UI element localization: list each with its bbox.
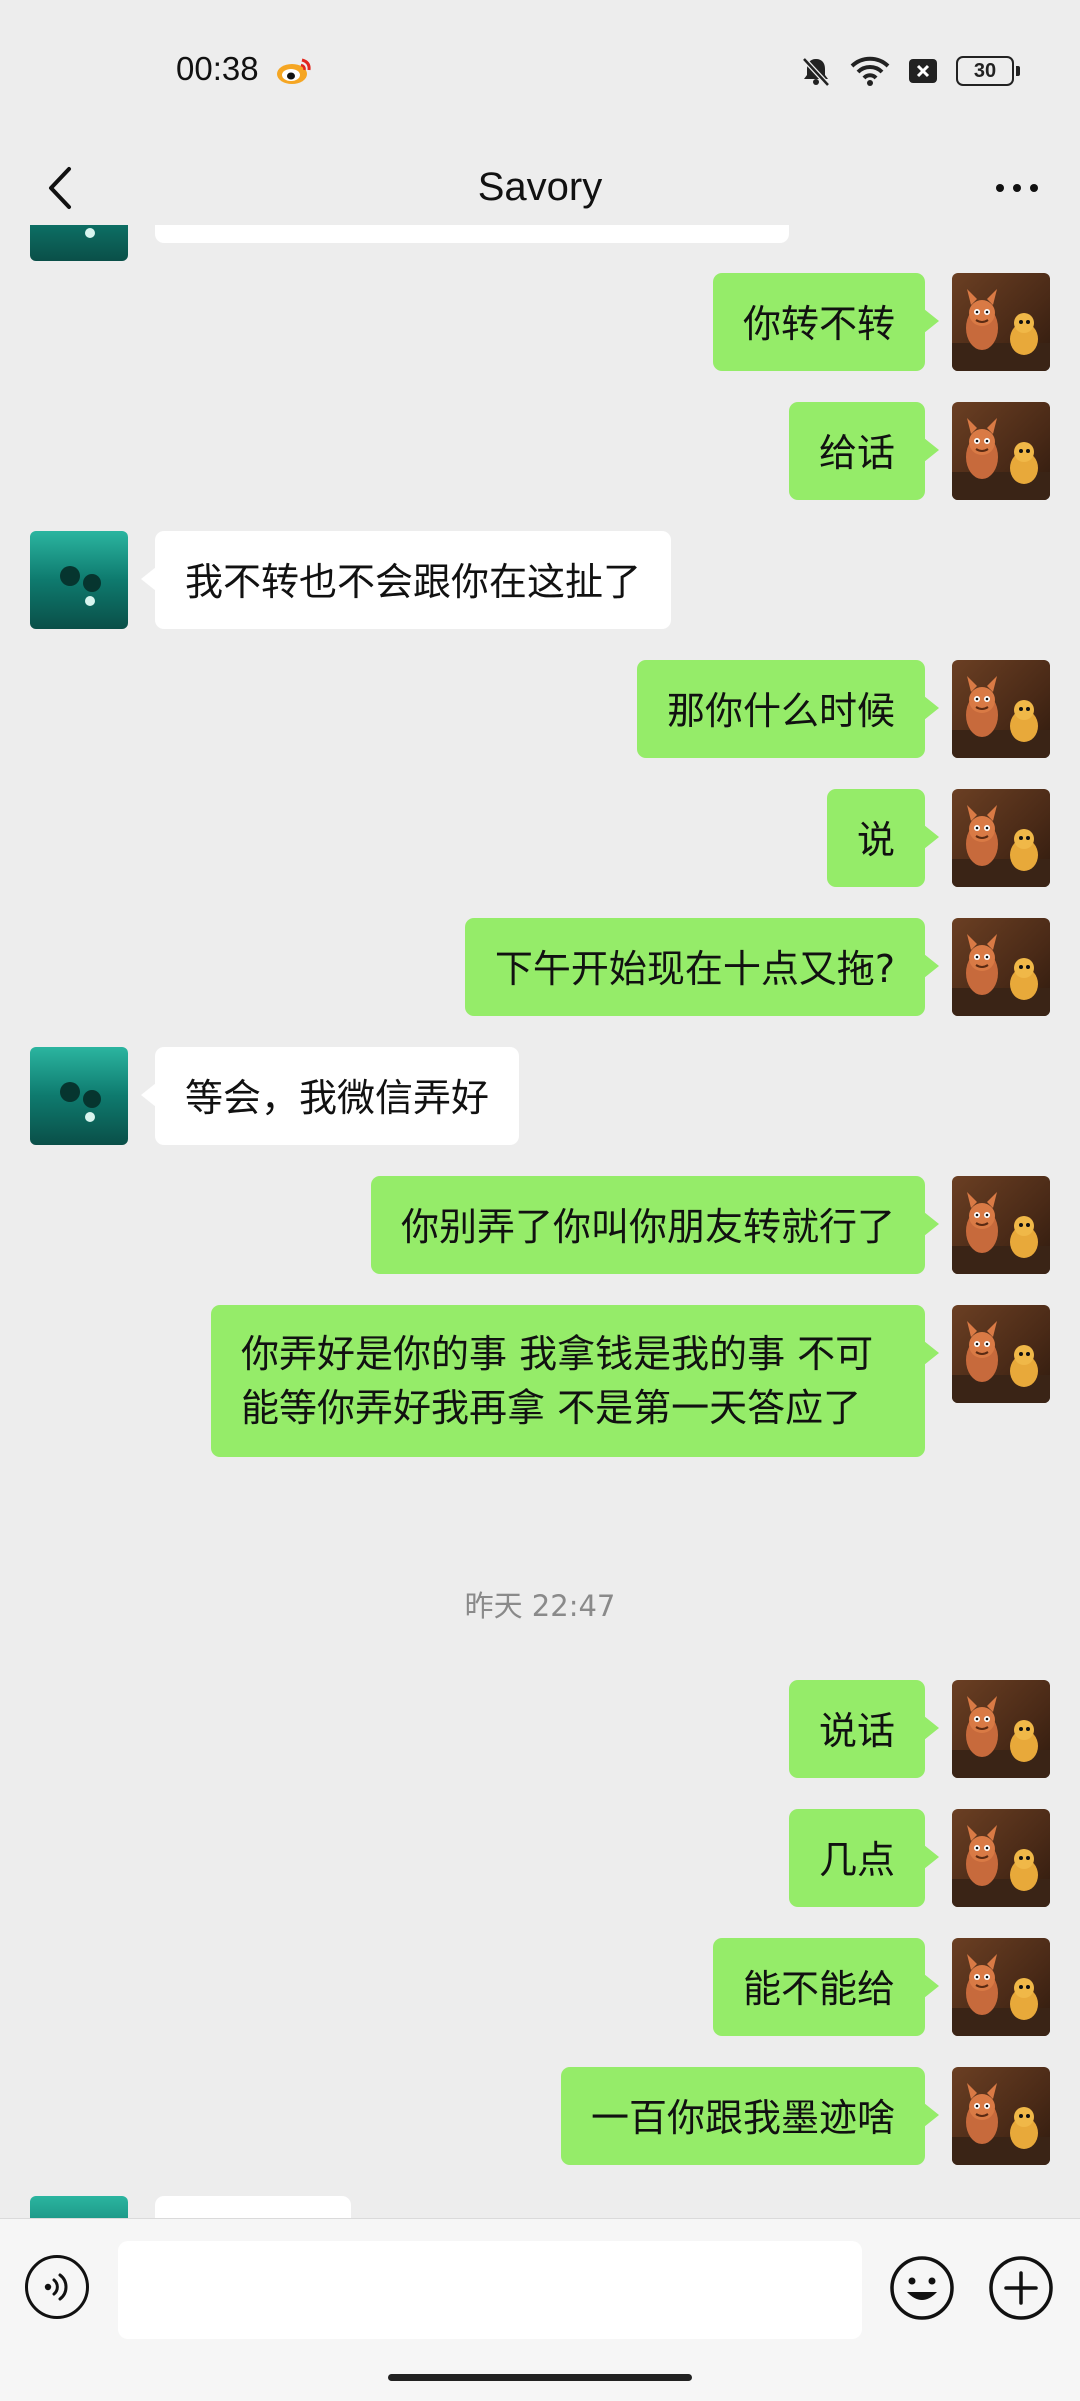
- emoji-icon[interactable]: [889, 2255, 955, 2321]
- more-button[interactable]: [982, 145, 1052, 230]
- message-bubble-out[interactable]: 一百你跟我墨迹啥: [560, 2067, 940, 2165]
- message-list[interactable]: 你转不转 给话 我不转也不会跟你在这扯了 那你什么时候 说 下午开始现在十点又拖…: [0, 225, 1080, 2225]
- message-bubble-out[interactable]: 能不能给: [712, 1938, 940, 2036]
- more-dot: [1030, 183, 1038, 192]
- chat-title: Savory: [477, 165, 603, 209]
- my-avatar[interactable]: [952, 1809, 1050, 1907]
- message-bubble-out[interactable]: 你别弄了你叫你朋友转就行了: [370, 1176, 940, 1274]
- message-bubble-out[interactable]: 你弄好是你的事 我拿钱是我的事 不可能等你弄好我再拿 不是第一天答应了: [211, 1305, 939, 1457]
- my-avatar[interactable]: [952, 1680, 1050, 1778]
- my-avatar[interactable]: [952, 1176, 1050, 1274]
- battery-icon: 30: [956, 56, 1020, 86]
- my-avatar[interactable]: [952, 918, 1050, 1016]
- my-avatar[interactable]: [952, 789, 1050, 887]
- chat-header: Savory: [0, 145, 1080, 230]
- sim-x-icon: [909, 59, 937, 83]
- my-avatar[interactable]: [952, 660, 1050, 758]
- my-avatar[interactable]: [952, 2067, 1050, 2165]
- my-avatar[interactable]: [952, 273, 1050, 371]
- wifi-icon: [850, 56, 890, 86]
- voice-icon: [44, 2273, 68, 2301]
- my-avatar[interactable]: [952, 402, 1050, 500]
- message-bubble-out[interactable]: 说: [826, 789, 940, 887]
- message-input[interactable]: [118, 2241, 862, 2339]
- more-dot: [996, 183, 1004, 192]
- message-bubble-in[interactable]: [155, 225, 789, 243]
- message-bubble-out[interactable]: 下午开始现在十点又拖?: [464, 918, 940, 1016]
- plus-icon[interactable]: [988, 2255, 1054, 2321]
- message-bubble-out[interactable]: 那你什么时候: [636, 660, 940, 758]
- message-bubble-in[interactable]: 我不转也不会跟你在这扯了: [140, 531, 672, 629]
- status-bar: 00:38 30: [0, 0, 1080, 145]
- mute-bell-icon: [802, 57, 830, 87]
- message-bubble-out[interactable]: 几点: [788, 1809, 940, 1907]
- message-bubble-out[interactable]: 给话: [788, 402, 940, 500]
- message-bubble-out[interactable]: 你转不转: [712, 273, 940, 371]
- my-avatar[interactable]: [952, 1305, 1050, 1403]
- home-indicator[interactable]: [388, 2374, 692, 2381]
- message-bubble-out[interactable]: 说话: [788, 1680, 940, 1778]
- message-timestamp: 昨天 22:47: [464, 1589, 616, 1623]
- contact-avatar[interactable]: [30, 1047, 128, 1145]
- more-dot: [1013, 183, 1021, 192]
- weibo-icon: [277, 58, 311, 84]
- message-bubble-in[interactable]: 等会，我微信弄好: [140, 1047, 520, 1145]
- my-avatar[interactable]: [952, 1938, 1050, 2036]
- contact-avatar[interactable]: [30, 531, 128, 629]
- status-time: 00:38: [176, 50, 259, 87]
- status-icons: 30: [800, 54, 1020, 88]
- contact-avatar[interactable]: [30, 225, 128, 261]
- voice-button[interactable]: [25, 2255, 89, 2319]
